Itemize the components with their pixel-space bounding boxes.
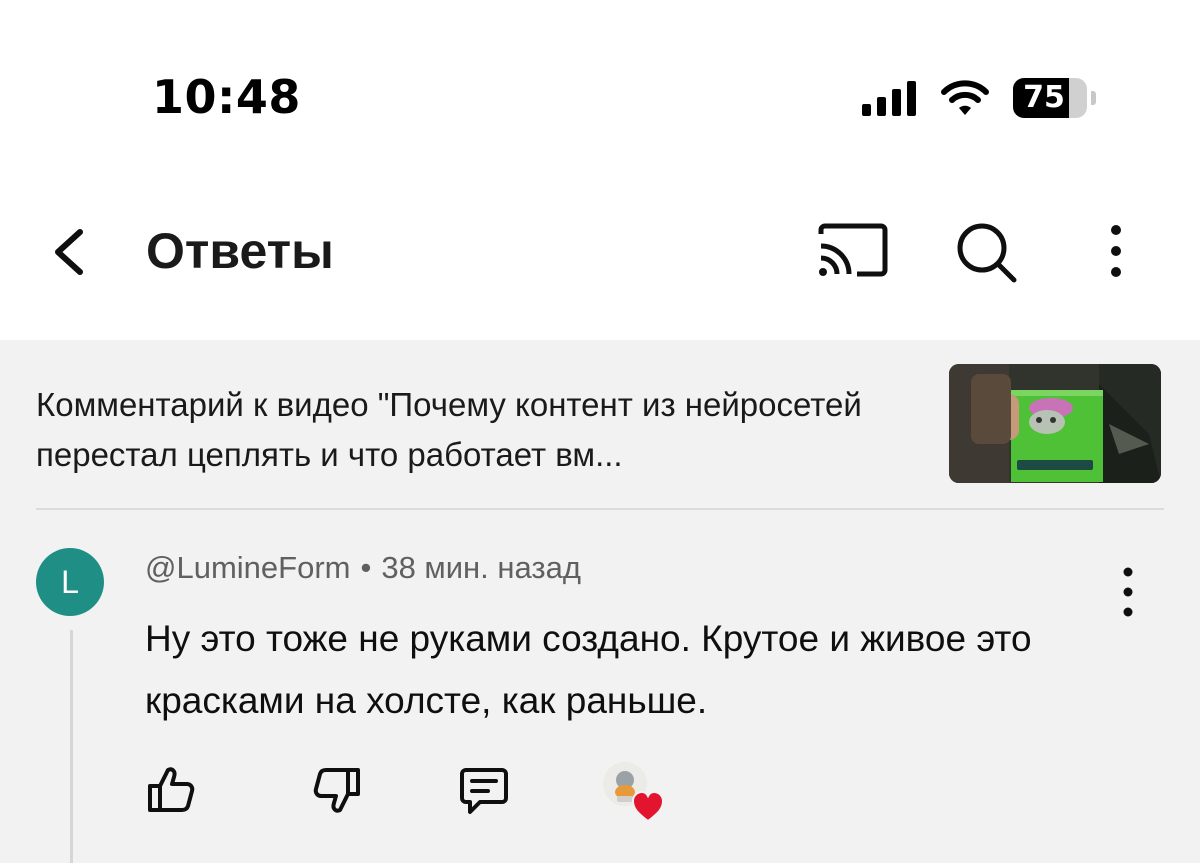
comment-meta: @LumineForm • 38 мин. назад bbox=[145, 550, 581, 586]
reply-icon bbox=[460, 768, 508, 814]
reply-button[interactable] bbox=[452, 758, 516, 822]
app-header: Ответы bbox=[0, 190, 1200, 340]
heart-icon bbox=[631, 790, 665, 823]
more-vertical-icon[interactable] bbox=[1096, 220, 1136, 284]
battery-icon: 75 bbox=[1013, 78, 1097, 118]
like-button[interactable] bbox=[138, 758, 202, 822]
dislike-icon bbox=[313, 768, 360, 813]
comment-text: Ну это тоже не руками создано. Крутое и … bbox=[145, 618, 1032, 721]
search-icon[interactable] bbox=[950, 218, 1022, 286]
battery-cap bbox=[1091, 91, 1096, 105]
battery-level: 75 bbox=[1023, 80, 1065, 115]
comment-author[interactable]: @LumineForm bbox=[145, 550, 350, 585]
video-context[interactable]: Комментарий к видео "Почему контент из н… bbox=[36, 364, 1166, 488]
like-icon bbox=[148, 767, 195, 812]
thumbnail-image bbox=[949, 364, 1161, 483]
avatar[interactable]: L bbox=[36, 548, 104, 616]
comment-more-icon[interactable] bbox=[1110, 562, 1146, 626]
status-bar: 10:48 75 bbox=[0, 0, 1200, 190]
status-time: 10:48 bbox=[152, 70, 301, 124]
meta-separator: • bbox=[360, 550, 372, 585]
signal-icon bbox=[862, 81, 916, 116]
divider bbox=[36, 508, 1164, 510]
thread-line bbox=[70, 630, 73, 863]
battery-body: 75 bbox=[1013, 78, 1087, 118]
video-context-text: Комментарий к видео "Почему контент из н… bbox=[36, 386, 862, 473]
video-thumbnail[interactable] bbox=[949, 364, 1161, 483]
comment-thread: Комментарий к видео "Почему контент из н… bbox=[0, 340, 1200, 863]
creator-heart bbox=[603, 762, 673, 832]
comment-actions bbox=[138, 758, 698, 823]
page-title: Ответы bbox=[146, 223, 334, 279]
cast-icon[interactable] bbox=[815, 220, 891, 284]
wifi-icon bbox=[941, 80, 989, 115]
comment-time: 38 мин. назад bbox=[381, 550, 581, 585]
back-chevron-icon[interactable] bbox=[44, 220, 100, 284]
dislike-button[interactable] bbox=[306, 758, 370, 822]
